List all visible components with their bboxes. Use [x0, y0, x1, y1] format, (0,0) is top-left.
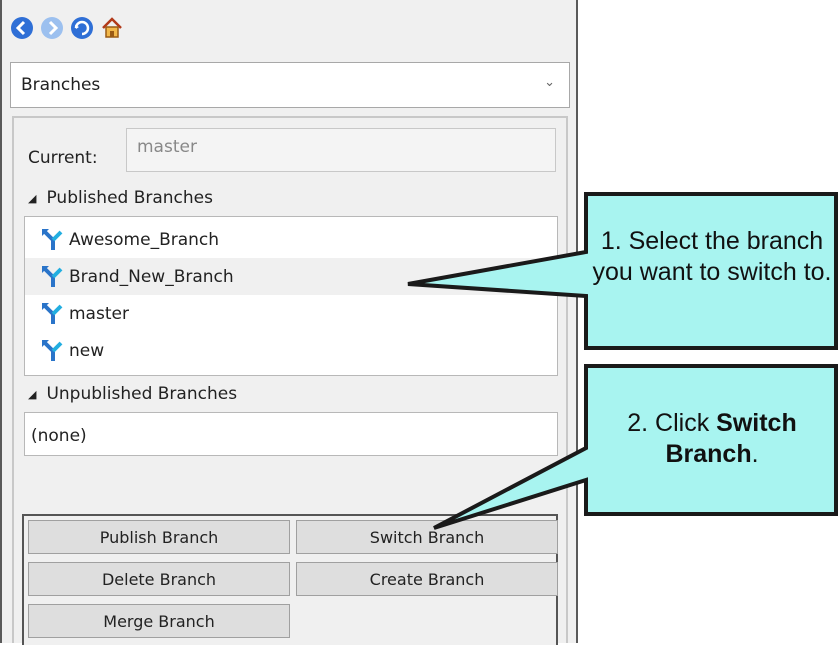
callout-2-prefix: 2. Click [627, 409, 717, 437]
callout-shapes [407, 192, 838, 530]
callout-2-text: 2. Click Switch Branch. [590, 408, 834, 470]
callout-2-suffix: . [751, 440, 759, 468]
callout-1-text: 1. Select the branch you want to switch … [592, 227, 832, 286]
